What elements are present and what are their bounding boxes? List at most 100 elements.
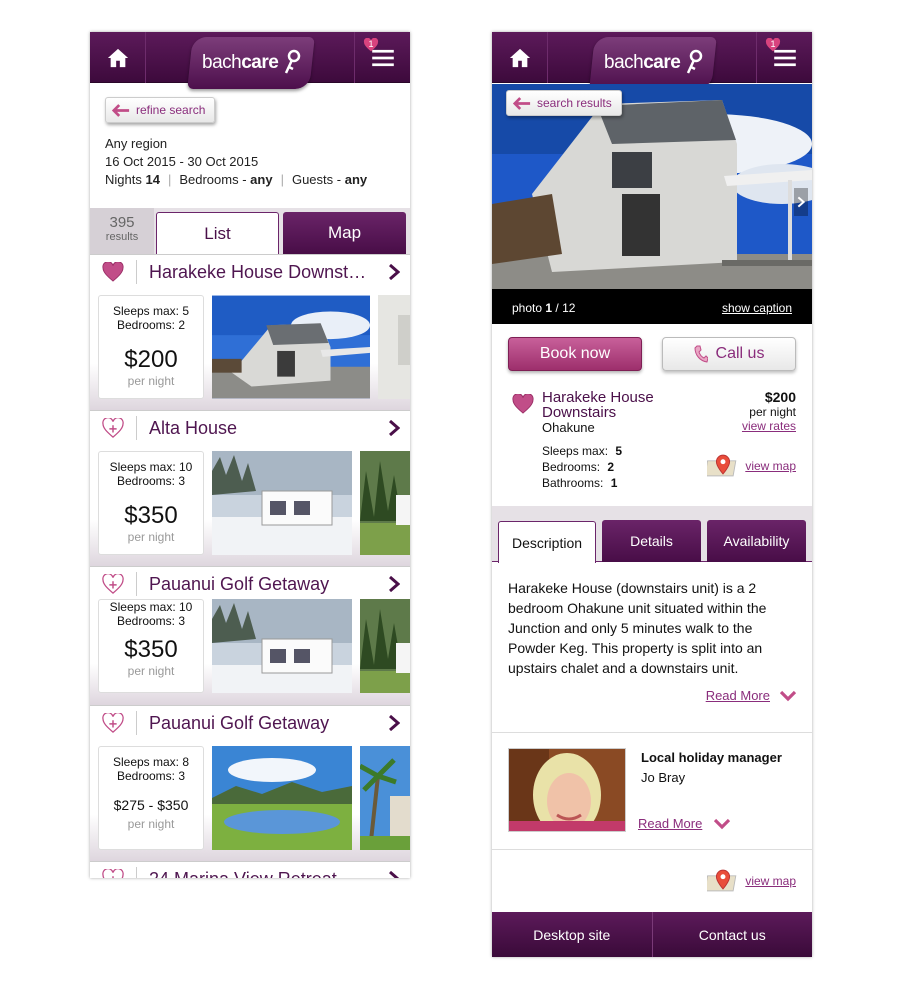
property-specs: Sleeps max: 5 Bedrooms: 2 Bathrooms: 1 bbox=[542, 444, 623, 490]
view-map-row[interactable]: view map bbox=[707, 453, 796, 478]
home-icon bbox=[509, 47, 531, 69]
list-item[interactable]: Pauanui Golf Getaway Sleeps max: 8 Bedro… bbox=[90, 705, 410, 861]
list-item[interactable]: Harakeke House Downstairs Sleeps max: 5 … bbox=[90, 254, 410, 410]
search-results-button[interactable]: search results bbox=[506, 90, 622, 116]
view-rates-link[interactable]: view rates bbox=[742, 419, 796, 433]
house-photo bbox=[212, 295, 370, 399]
home-button[interactable] bbox=[90, 32, 146, 83]
read-more-manager[interactable]: Read More bbox=[638, 816, 730, 831]
refine-search-button[interactable]: refine search bbox=[105, 97, 216, 123]
chevron-right-icon[interactable] bbox=[388, 264, 400, 280]
book-now-button[interactable]: Book now bbox=[508, 337, 642, 371]
list-item[interactable]: 24 Marina View Retreat bbox=[90, 861, 410, 878]
listing-photo-next[interactable] bbox=[360, 746, 410, 850]
trees-photo bbox=[360, 451, 410, 555]
manager-photo bbox=[508, 748, 626, 832]
results-count: 395 results bbox=[90, 208, 154, 254]
trees-photo bbox=[360, 599, 410, 693]
lake-photo bbox=[212, 746, 352, 850]
key-icon bbox=[285, 49, 301, 74]
tab-availability[interactable]: Availability bbox=[707, 520, 806, 562]
interior-photo bbox=[378, 295, 410, 399]
home-icon bbox=[107, 47, 129, 69]
detail-tabs: Description Details Availability bbox=[492, 506, 812, 563]
contact-us-link[interactable]: Contact us bbox=[653, 912, 813, 957]
chevron-right-icon[interactable] bbox=[388, 420, 400, 436]
price-box: Sleeps max: 10 Bedrooms: 3 $350 per nigh… bbox=[98, 451, 204, 555]
price-summary: $200 per night view rates bbox=[741, 389, 796, 433]
heart-filled-icon[interactable] bbox=[512, 394, 534, 414]
listing-title[interactable]: Alta House bbox=[149, 418, 371, 439]
heart-add-icon[interactable] bbox=[102, 869, 124, 878]
menu-button[interactable]: 1 bbox=[756, 32, 812, 83]
tab-description[interactable]: Description bbox=[498, 521, 596, 563]
listing-price: $350 bbox=[124, 636, 178, 663]
property-description: Harakeke House (downstairs unit) is a 2 … bbox=[508, 580, 767, 676]
heart-add-icon[interactable] bbox=[102, 574, 124, 594]
map-pin-icon bbox=[707, 453, 739, 478]
call-us-button[interactable]: Call us bbox=[662, 337, 796, 371]
palm-photo bbox=[360, 746, 410, 850]
bachcare-logo[interactable]: bachcare bbox=[187, 37, 315, 89]
listing-photo-next[interactable] bbox=[360, 451, 410, 555]
listing-photo[interactable] bbox=[212, 746, 352, 850]
property-title: Harakeke House bbox=[542, 389, 654, 406]
next-photo-button[interactable] bbox=[794, 188, 808, 216]
heart-filled-icon[interactable] bbox=[102, 262, 124, 282]
listing-title[interactable]: 24 Marina View Retreat bbox=[149, 869, 371, 879]
listing-photo-next[interactable] bbox=[360, 599, 410, 693]
tab-details[interactable]: Details bbox=[602, 520, 701, 562]
photo-gallery[interactable]: search results photo 1 / 12 show caption bbox=[492, 84, 812, 324]
chevron-down-icon bbox=[780, 690, 796, 702]
listing-title[interactable]: Pauanui Golf Getaway bbox=[149, 574, 371, 595]
shortlist-badge: 1 bbox=[765, 38, 781, 52]
property-price: $200 bbox=[764, 389, 796, 405]
list-item[interactable]: Pauanui Golf Getaway Sleeps max: 10 Bedr… bbox=[90, 566, 410, 705]
home-button[interactable] bbox=[492, 32, 548, 83]
shortlist-badge: 1 bbox=[363, 38, 379, 52]
manager-name: Jo Bray bbox=[641, 770, 686, 785]
badge-count: 1 bbox=[770, 39, 776, 49]
listing-price: $275 - $350 bbox=[113, 797, 189, 813]
view-map-row-bottom[interactable]: view map bbox=[707, 868, 796, 893]
bachcare-logo[interactable]: bachcare bbox=[589, 37, 717, 89]
price-box: Sleeps max: 5 Bedrooms: 2 $200 per night bbox=[98, 295, 204, 399]
key-icon bbox=[687, 49, 703, 74]
listing-price: $200 bbox=[124, 346, 178, 373]
property-title-line2: Downstairs bbox=[542, 404, 617, 421]
property-detail-screen: bachcare 1 search results photo 1 / 12 s… bbox=[492, 32, 812, 957]
chevron-right-icon[interactable] bbox=[388, 715, 400, 731]
back-arrow-icon bbox=[513, 97, 531, 110]
view-map-link[interactable]: view map bbox=[745, 459, 796, 473]
listing-price: $350 bbox=[124, 502, 178, 529]
map-pin-icon bbox=[707, 868, 739, 893]
listing-title[interactable]: Pauanui Golf Getaway bbox=[149, 713, 371, 734]
listing-title[interactable]: Harakeke House Downstairs bbox=[149, 262, 371, 283]
tab-map[interactable]: Map bbox=[283, 212, 406, 254]
heart-add-icon[interactable] bbox=[102, 418, 124, 438]
manager-heading: Local holiday manager bbox=[641, 750, 782, 765]
footer: Desktop site Contact us bbox=[492, 912, 812, 957]
listing-photo[interactable] bbox=[212, 295, 370, 399]
region-text: Any region bbox=[105, 136, 168, 151]
avatar bbox=[509, 749, 626, 832]
tab-list[interactable]: List bbox=[156, 212, 279, 254]
listing-photo-next[interactable] bbox=[378, 295, 410, 399]
back-arrow-icon bbox=[112, 104, 130, 117]
list-item[interactable]: Alta House Sleeps max: 10 Bedrooms: 3 $3… bbox=[90, 410, 410, 566]
property-location: Ohakune bbox=[542, 420, 595, 435]
heart-add-icon[interactable] bbox=[102, 713, 124, 733]
menu-button[interactable]: 1 bbox=[354, 32, 410, 83]
chevron-right-icon bbox=[797, 196, 805, 208]
top-bar: bachcare 1 bbox=[492, 32, 812, 89]
listing-photo[interactable] bbox=[212, 599, 352, 693]
listing-photo[interactable] bbox=[212, 451, 352, 555]
price-box: Sleeps max: 10 Bedrooms: 3 $350 per nigh… bbox=[98, 599, 204, 693]
chevron-right-icon[interactable] bbox=[388, 871, 400, 878]
desktop-site-link[interactable]: Desktop site bbox=[492, 912, 653, 957]
chevron-right-icon[interactable] bbox=[388, 576, 400, 592]
show-caption-link[interactable]: show caption bbox=[722, 301, 792, 315]
view-map-link[interactable]: view map bbox=[745, 874, 796, 888]
read-more-description[interactable]: Read More bbox=[706, 688, 796, 703]
results-screen: bachcare 1 refine search Any region 16 O… bbox=[90, 32, 410, 878]
